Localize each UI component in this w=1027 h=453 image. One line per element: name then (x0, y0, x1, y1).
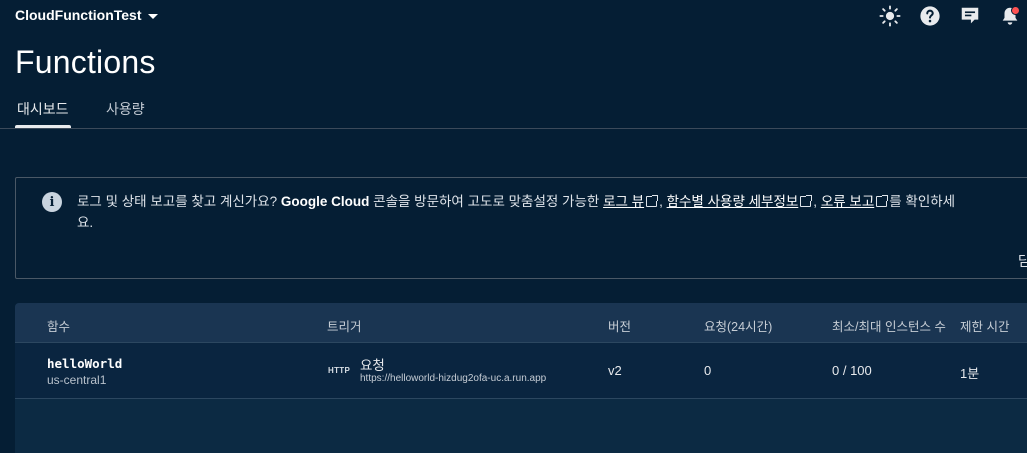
functions-table: 함수 트리거 버전 요청(24시간) 최소/최대 인스턴스 수 제한 시간 he… (15, 303, 1027, 453)
banner-text-start: 로그 및 상태 보고를 찾고 계신가요? (77, 194, 281, 209)
info-banner: i 로그 및 상태 보고를 찾고 계신가요? Google Cloud 콘솔을 … (15, 177, 1027, 279)
banner-separator: , (659, 194, 667, 209)
column-header-function[interactable]: 함수 (47, 316, 70, 335)
banner-message-line2: 요. (77, 215, 94, 230)
error-reporting-link[interactable]: 오류 보고 (821, 194, 874, 209)
table-row[interactable]: helloWorld us-central1 HTTP 요청 https://h… (15, 343, 1027, 399)
caret-down-icon (147, 13, 158, 19)
trigger-url[interactable]: https://helloworld-hizdug2ofa-uc.a.run.a… (360, 373, 546, 384)
banner-google-cloud: Google Cloud (280, 194, 370, 209)
banner-message: 로그 및 상태 보고를 찾고 계신가요? Google Cloud 콘솔을 방문… (77, 192, 1027, 211)
tab-dashboard[interactable]: 대시보드 (15, 99, 71, 128)
external-link-icon (800, 195, 813, 207)
theme-icon[interactable] (876, 4, 903, 28)
external-link-icon (876, 195, 889, 207)
function-version: v2 (608, 363, 622, 378)
column-header-timeout[interactable]: 제한 시간 (960, 316, 1009, 335)
dismiss-button[interactable]: 닫 (1018, 251, 1027, 271)
logs-view-link[interactable]: 로그 뷰 (603, 194, 644, 209)
function-instances: 0 / 100 (832, 363, 872, 378)
column-header-requests[interactable]: 요청(24시간) (704, 316, 772, 335)
banner-text-mid: 콘솔을 방문하여 고도로 맞춤설정 가능한 (369, 194, 604, 209)
feedback-icon[interactable] (956, 4, 983, 28)
info-icon: i (42, 192, 62, 212)
banner-text-end: 를 확인하세 (889, 194, 956, 209)
usage-details-link[interactable]: 함수별 사용량 세부정보 (667, 194, 799, 209)
function-requests: 0 (704, 363, 712, 378)
tab-bar: 대시보드 사용량 (0, 92, 1027, 129)
column-header-instances[interactable]: 최소/최대 인스턴스 수 (832, 316, 946, 335)
column-header-version[interactable]: 버전 (608, 316, 631, 335)
project-name: CloudFunctionTest (15, 7, 142, 23)
tab-usage[interactable]: 사용량 (106, 99, 145, 128)
trigger-type: 요청 (360, 358, 385, 373)
banner-separator: , (813, 194, 821, 209)
notification-badge (1011, 6, 1020, 15)
project-selector[interactable]: CloudFunctionTest (15, 7, 158, 23)
notifications-icon[interactable] (996, 4, 1023, 28)
external-link-icon (646, 195, 659, 207)
function-name[interactable]: helloWorld (47, 356, 122, 371)
top-icons (876, 4, 1027, 28)
column-header-trigger[interactable]: 트리거 (327, 316, 362, 335)
top-bar: CloudFunctionTest (0, 0, 1027, 32)
function-timeout: 1분 (960, 366, 980, 381)
page-title: Functions (15, 44, 156, 80)
function-region: us-central1 (47, 373, 107, 387)
help-icon[interactable] (916, 4, 943, 28)
http-trigger-icon: HTTP (328, 366, 351, 375)
table-header: 함수 트리거 버전 요청(24시간) 최소/최대 인스턴스 수 제한 시간 (15, 303, 1027, 343)
